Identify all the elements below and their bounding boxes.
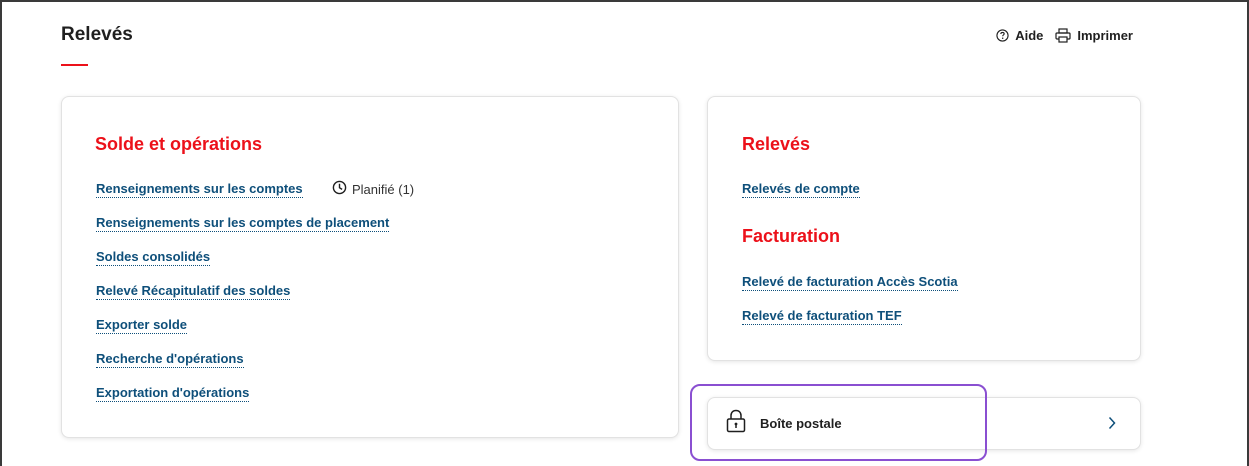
title-underline [61,64,88,66]
lock-icon [726,409,746,438]
transaction-export-link[interactable]: Exportation d'opérations [96,385,250,402]
balances-section-title: Solde et opérations [95,134,263,154]
investment-accounts-link[interactable]: Renseignements sur les comptes de placem… [96,215,390,232]
page-title: Relevés [61,24,133,45]
chevron-right-icon [1108,416,1116,435]
top-actions: Aide Imprimer [996,28,1133,43]
scheduled-indicator[interactable]: Planifié (1) [332,180,414,198]
export-balance-link[interactable]: Exporter solde [96,317,188,334]
balances-card: Solde et opérations Renseignements sur l… [61,96,679,438]
print-label: Imprimer [1077,28,1133,43]
tef-billing-link[interactable]: Relevé de facturation TEF [742,308,902,325]
help-button[interactable]: Aide [996,28,1043,43]
account-statements-link[interactable]: Relevés de compte [742,181,860,198]
consolidated-balances-link[interactable]: Soldes consolidés [96,249,211,266]
mailbox-card[interactable]: Boîte postale [707,397,1141,450]
help-label: Aide [1015,28,1044,43]
scotia-billing-link[interactable]: Relevé de facturation Accès Scotia [742,274,958,291]
account-info-link[interactable]: Renseignements sur les comptes [96,181,303,198]
clock-icon [332,180,347,198]
statements-section-title: Relevés [742,134,811,154]
mailbox-label: Boîte postale [760,416,842,431]
scheduled-label: Planifié (1) [352,181,415,197]
help-circle-icon [996,29,1009,42]
billing-section-title: Facturation [742,226,841,246]
print-button[interactable]: Imprimer [1055,28,1133,43]
printer-icon [1055,28,1071,43]
transaction-search-link[interactable]: Recherche d'opérations [96,351,244,368]
balance-summary-link[interactable]: Relevé Récapitulatif des soldes [96,283,291,300]
statements-card: Relevés Relevés de compte Facturation Re… [707,96,1141,361]
